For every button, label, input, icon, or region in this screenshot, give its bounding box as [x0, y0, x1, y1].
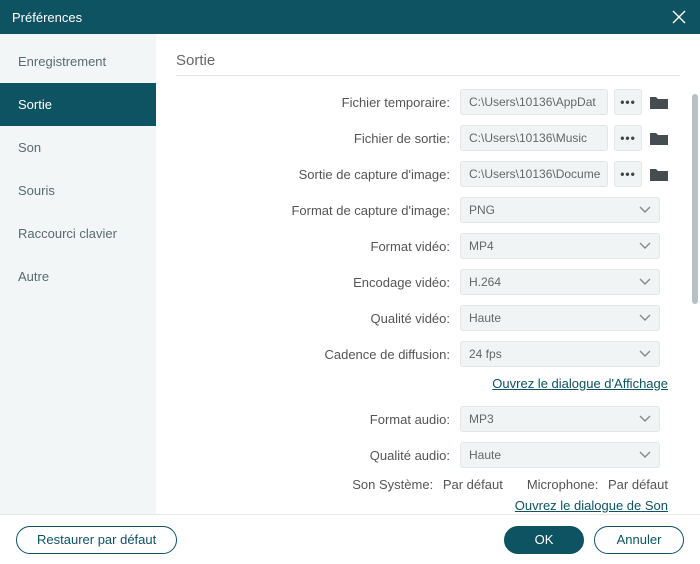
label-capture-format: Format de capture d'image: [176, 203, 460, 218]
sidebar-item-label: Raccourci clavier [18, 226, 117, 241]
dots-icon: ••• [620, 167, 636, 181]
sidebar-item-autre[interactable]: Autre [0, 255, 156, 298]
select-value: H.264 [469, 275, 501, 289]
ok-button[interactable]: OK [504, 526, 584, 554]
sidebar: Enregistrement Sortie Son Souris Raccour… [0, 34, 156, 514]
select-capture-format[interactable]: PNG [460, 197, 660, 223]
chevron-down-icon [639, 239, 651, 253]
footer: Restaurer par défaut OK Annuler [0, 514, 700, 564]
preferences-window: Préférences Enregistrement Sortie Son So… [0, 0, 700, 564]
sidebar-item-label: Enregistrement [18, 54, 106, 69]
chevron-down-icon [639, 347, 651, 361]
folder-icon[interactable] [648, 93, 670, 111]
select-audio-format[interactable]: MP3 [460, 406, 660, 432]
link-row-sound: Ouvrez le dialogue de Son [176, 498, 680, 513]
sidebar-item-label: Son [18, 140, 41, 155]
select-audio-quality[interactable]: Haute [460, 442, 660, 468]
label-capture-output: Sortie de capture d'image: [176, 167, 460, 182]
chevron-down-icon [639, 448, 651, 462]
select-video-quality[interactable]: Haute [460, 305, 660, 331]
sidebar-item-son[interactable]: Son [0, 126, 156, 169]
label-audio-quality: Qualité audio: [176, 448, 460, 463]
row-audio-format: Format audio: MP3 [176, 405, 680, 433]
main: Sortie Fichier temporaire: C:\Users\1013… [156, 34, 700, 514]
field-value: C:\Users\10136\Docume [469, 167, 600, 181]
label-video-format: Format vidéo: [176, 239, 460, 254]
label-microphone: Microphone: Par défaut [527, 477, 668, 492]
open-display-dialog-link[interactable]: Ouvrez le dialogue d'Affichage [492, 376, 668, 391]
folder-icon[interactable] [648, 165, 670, 183]
select-value: MP4 [469, 239, 494, 253]
row-defaults-info: Son Système: Par défaut Microphone: Par … [176, 477, 680, 492]
section-heading-sortie: Sortie [176, 48, 680, 76]
sidebar-item-souris[interactable]: Souris [0, 169, 156, 212]
sidebar-item-sortie[interactable]: Sortie [0, 83, 156, 126]
button-label: Annuler [617, 532, 662, 547]
body: Enregistrement Sortie Son Souris Raccour… [0, 34, 700, 514]
label-output-file: Fichier de sortie: [176, 131, 460, 146]
field-output-file[interactable]: C:\Users\10136\Music [460, 125, 608, 151]
select-video-encoding[interactable]: H.264 [460, 269, 660, 295]
row-temp-file: Fichier temporaire: C:\Users\10136\AppDa… [176, 88, 680, 116]
browse-button-capture-output[interactable]: ••• [614, 161, 642, 187]
dots-icon: ••• [620, 131, 636, 145]
field-capture-output[interactable]: C:\Users\10136\Docume [460, 161, 608, 187]
chevron-down-icon [639, 275, 651, 289]
select-value: PNG [469, 203, 495, 217]
row-audio-quality: Qualité audio: Haute [176, 441, 680, 469]
sidebar-item-raccourci-clavier[interactable]: Raccourci clavier [0, 212, 156, 255]
label-video-quality: Qualité vidéo: [176, 311, 460, 326]
chevron-down-icon [639, 412, 651, 426]
titlebar: Préférences [0, 0, 700, 34]
field-value: C:\Users\10136\Music [469, 131, 587, 145]
content: Sortie Fichier temporaire: C:\Users\1013… [156, 34, 690, 514]
label-temp-file: Fichier temporaire: [176, 95, 460, 110]
button-label: Restaurer par défaut [37, 532, 156, 547]
select-framerate[interactable]: 24 fps [460, 341, 660, 367]
select-value: Haute [469, 311, 501, 325]
row-output-file: Fichier de sortie: C:\Users\10136\Music … [176, 124, 680, 152]
browse-button-output-file[interactable]: ••• [614, 125, 642, 151]
field-value: C:\Users\10136\AppDat [469, 95, 596, 109]
window-title: Préférences [12, 10, 82, 25]
button-label: OK [535, 532, 554, 547]
chevron-down-icon [639, 311, 651, 325]
folder-icon[interactable] [648, 129, 670, 147]
label-video-encoding: Encodage vidéo: [176, 275, 460, 290]
browse-button-temp-file[interactable]: ••• [614, 89, 642, 115]
label-framerate: Cadence de diffusion: [176, 347, 460, 362]
sidebar-item-label: Autre [18, 269, 49, 284]
row-video-encoding: Encodage vidéo: H.264 [176, 268, 680, 296]
select-value: 24 fps [469, 347, 502, 361]
sidebar-item-enregistrement[interactable]: Enregistrement [0, 40, 156, 83]
dots-icon: ••• [620, 95, 636, 109]
sidebar-item-label: Souris [18, 183, 55, 198]
scrollbar[interactable] [690, 34, 700, 514]
close-icon[interactable] [670, 8, 688, 26]
row-video-quality: Qualité vidéo: Haute [176, 304, 680, 332]
open-sound-dialog-link[interactable]: Ouvrez le dialogue de Son [515, 498, 668, 513]
row-capture-format: Format de capture d'image: PNG [176, 196, 680, 224]
select-video-format[interactable]: MP4 [460, 233, 660, 259]
sidebar-item-label: Sortie [18, 97, 52, 112]
row-video-format: Format vidéo: MP4 [176, 232, 680, 260]
select-value: Haute [469, 448, 501, 462]
label-audio-format: Format audio: [176, 412, 460, 427]
restore-defaults-button[interactable]: Restaurer par défaut [16, 526, 177, 554]
row-capture-output: Sortie de capture d'image: C:\Users\1013… [176, 160, 680, 188]
cancel-button[interactable]: Annuler [594, 526, 684, 554]
link-row-display: Ouvrez le dialogue d'Affichage [176, 376, 680, 391]
scrollbar-thumb[interactable] [692, 94, 698, 304]
row-framerate: Cadence de diffusion: 24 fps [176, 340, 680, 368]
label-system-sound: Son Système: Par défaut [352, 477, 503, 492]
select-value: MP3 [469, 412, 494, 426]
chevron-down-icon [639, 203, 651, 217]
field-temp-file[interactable]: C:\Users\10136\AppDat [460, 89, 608, 115]
